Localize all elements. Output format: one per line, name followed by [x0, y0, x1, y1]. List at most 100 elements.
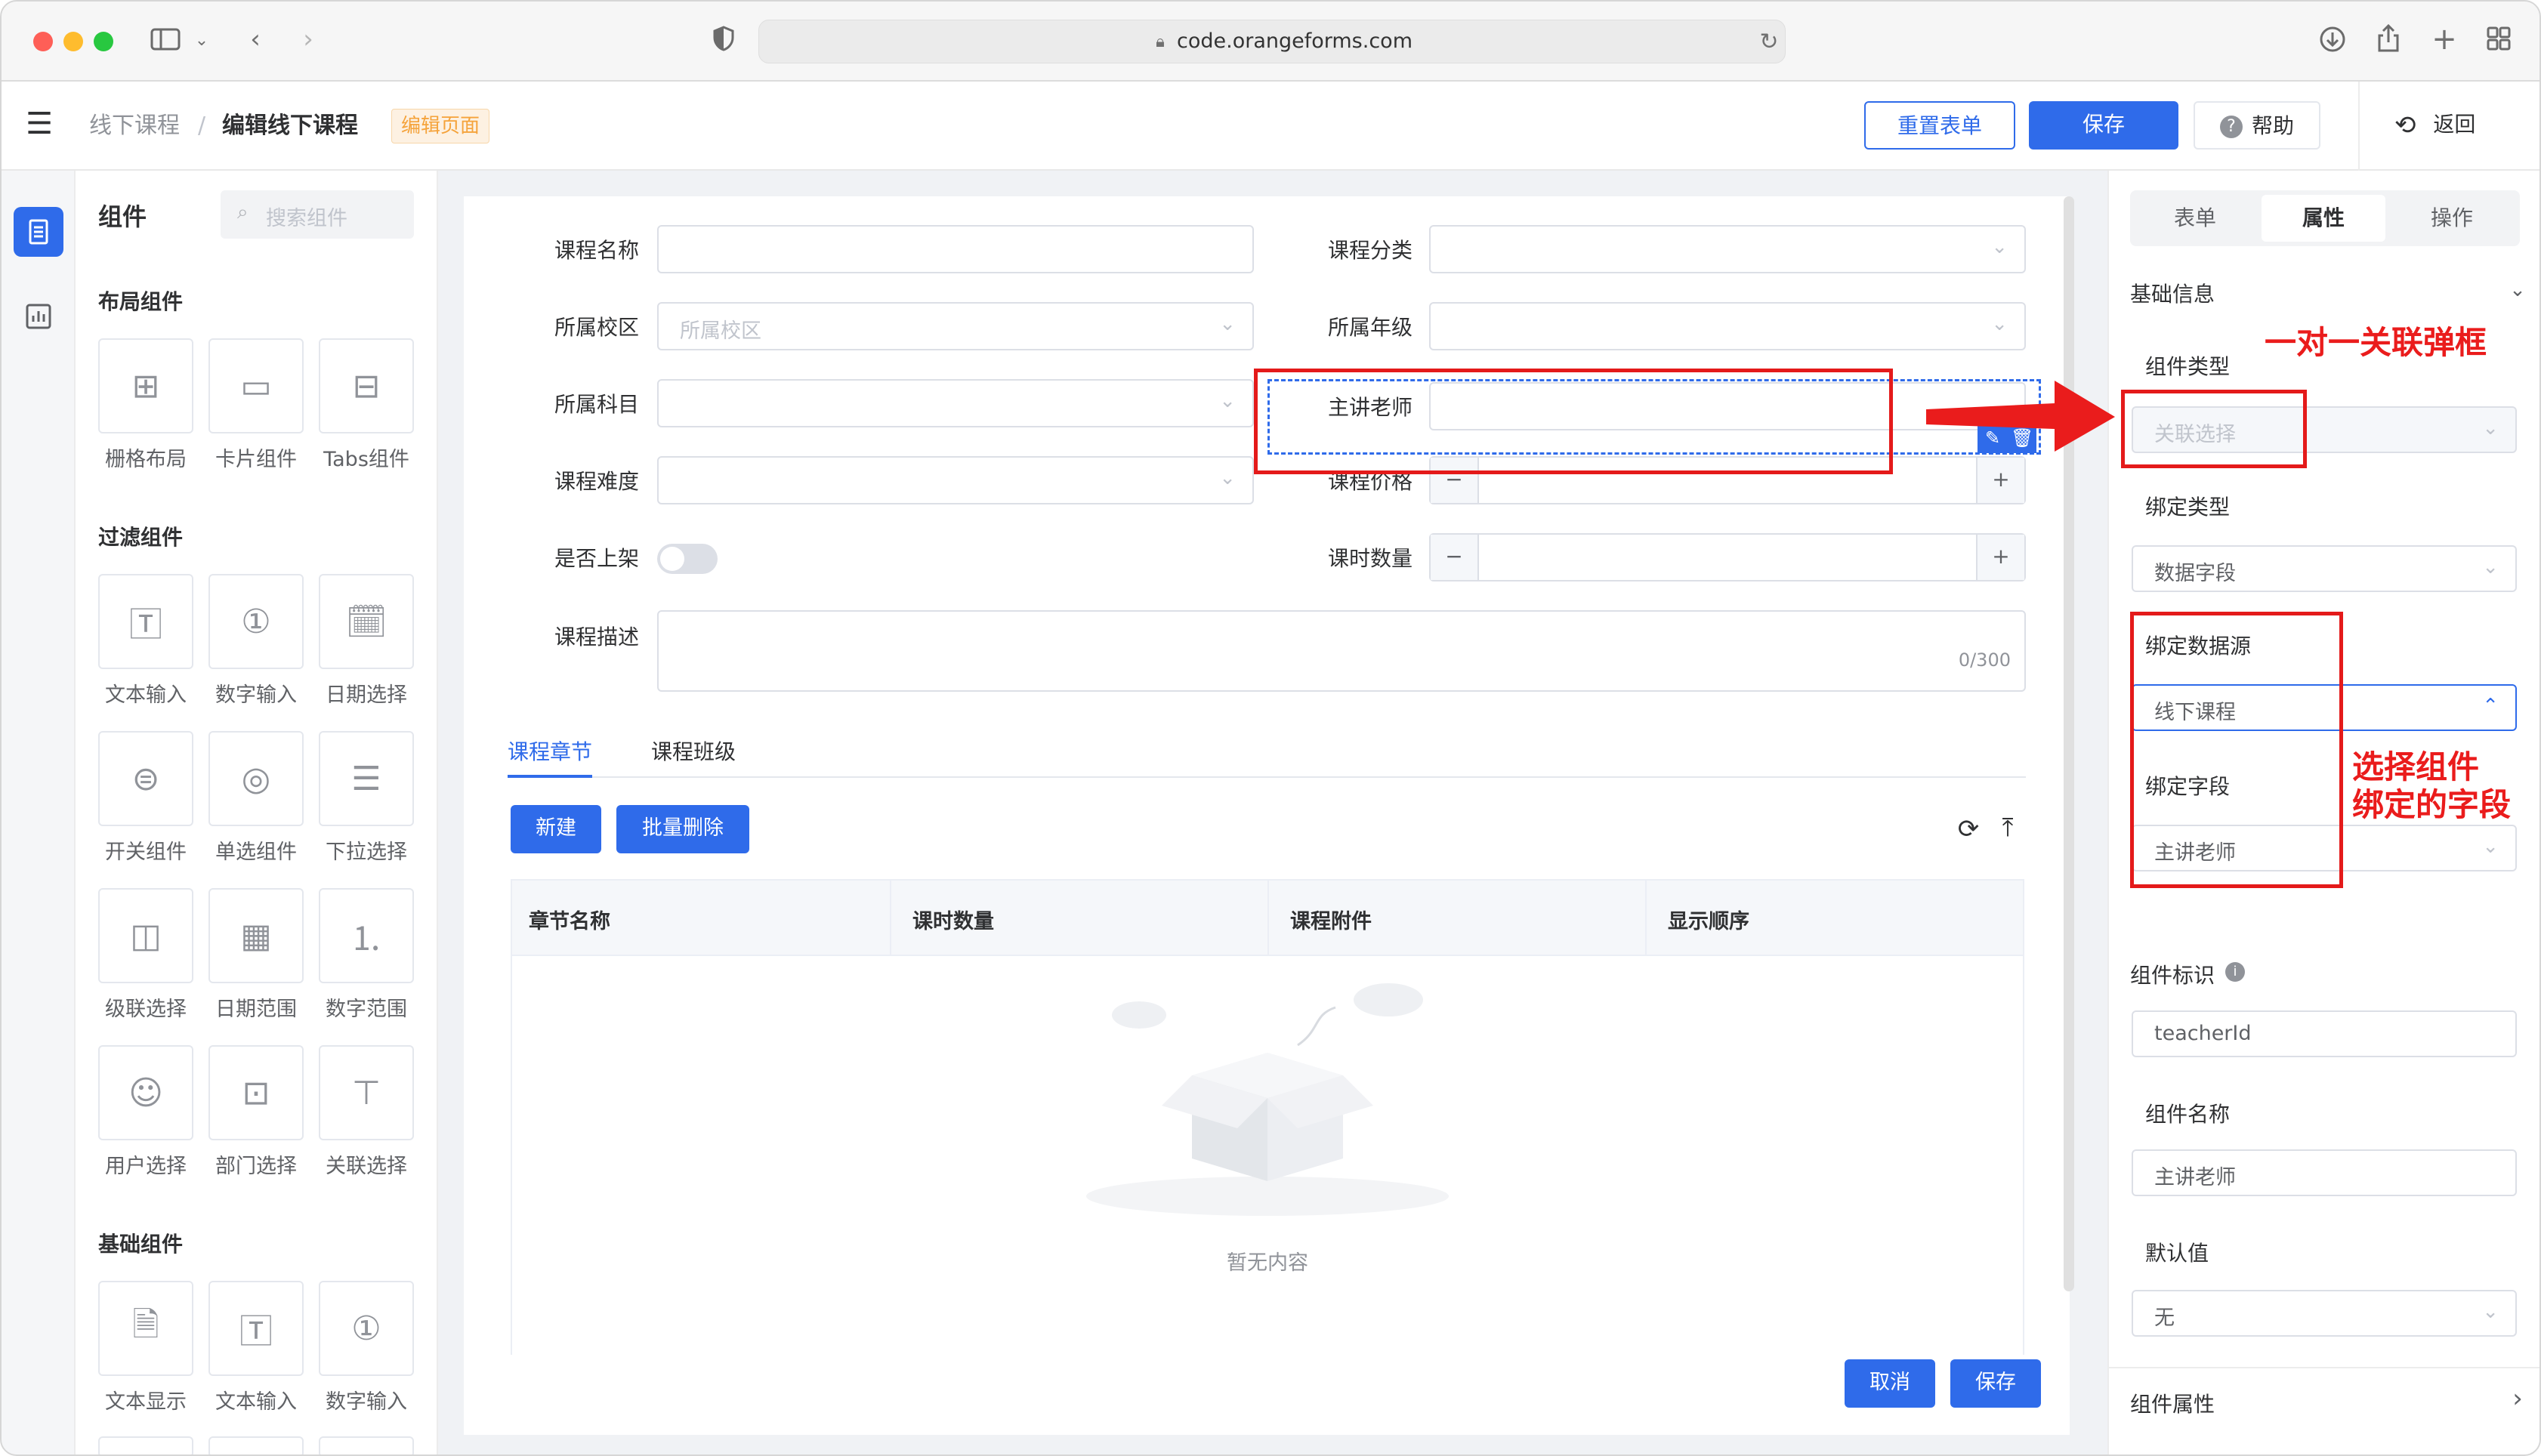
tab-overview-icon[interactable]	[2484, 26, 2514, 58]
component-select[interactable]: ☰	[319, 731, 414, 826]
hours-label: 课时数量	[1327, 546, 1413, 571]
component-number-input[interactable]: ①	[208, 574, 304, 669]
new-tab-icon[interactable]: +	[2429, 24, 2459, 54]
component-number-range[interactable]: ⒈	[319, 888, 414, 983]
tile-label: 日期范围	[215, 998, 297, 1021]
upload-icon[interactable]: ⤒	[1993, 813, 2023, 843]
minimize-window-button[interactable]	[63, 32, 83, 51]
footer-save-button[interactable]: 保存	[1950, 1359, 2041, 1408]
course-category-select[interactable]: ⌄	[1429, 225, 2026, 273]
hours-input[interactable]: − +	[1429, 533, 2026, 581]
column-divider	[1267, 881, 1269, 956]
component-tile-partial[interactable]	[319, 1436, 414, 1454]
text-doc-icon: 🗎	[132, 1305, 159, 1344]
back-nav-icon[interactable]: ‹	[240, 24, 270, 54]
component-relation-select[interactable]: ⊤	[319, 1045, 414, 1140]
save-button[interactable]: 保存	[2029, 101, 2178, 150]
chevron-down-icon: ⌄	[1219, 467, 1236, 489]
breadcrumb-root[interactable]: 线下课程	[89, 111, 180, 141]
browser-window: ⌄ ‹ › 🔒︎ code.orangeforms.com ↻ + ☰ 线下课程…	[0, 0, 2541, 1456]
component-tile-partial[interactable]	[98, 1436, 193, 1454]
reload-icon[interactable]: ↻	[1755, 27, 1783, 57]
annotation-note-relation: 一对一关联弹框	[2265, 324, 2487, 361]
annotation-note-field-line1: 选择组件	[2352, 748, 2480, 785]
component-tile-partial[interactable]	[208, 1436, 304, 1454]
component-dept-select[interactable]: ⊡	[208, 1045, 304, 1140]
tab-actions[interactable]: 操作	[2390, 195, 2514, 242]
sidebar-toggle-icon[interactable]	[147, 27, 184, 58]
hours-decrease-button[interactable]: −	[1431, 535, 1479, 580]
canvas-scrollbar[interactable]	[2064, 196, 2074, 1291]
tab-properties[interactable]: 属性	[2262, 195, 2385, 242]
back-button[interactable]: ⟲ 返回	[2394, 101, 2500, 150]
tile-label: 卡片组件	[215, 448, 297, 471]
basic-info-section[interactable]: 基础信息	[2130, 278, 2215, 308]
component-cascader[interactable]: ◫	[98, 888, 193, 983]
tab-classes[interactable]: 课程班级	[651, 736, 736, 766]
download-icon[interactable]	[2317, 26, 2348, 60]
lock-icon: 🔒︎	[1156, 32, 1165, 51]
component-grid-layout[interactable]: ⊞	[98, 338, 193, 433]
component-text-display[interactable]: 🗎	[98, 1281, 193, 1376]
components-title: 组件	[98, 202, 147, 231]
component-search-input[interactable]: ⌕ 搜索组件	[221, 190, 414, 239]
privacy-shield-icon[interactable]	[709, 26, 739, 58]
component-date-picker[interactable]: 🗓︎	[319, 574, 414, 669]
price-increase-button[interactable]: +	[1976, 458, 2024, 503]
component-radio[interactable]: ◎	[208, 731, 304, 826]
number-icon: ①	[351, 1309, 381, 1348]
chevron-down-icon: ⌄	[1991, 236, 2008, 258]
component-basic-text-input[interactable]: 🅃︎	[208, 1281, 304, 1376]
chevron-right-icon[interactable]: ›	[2506, 1384, 2529, 1414]
course-name-input[interactable]	[657, 225, 1254, 273]
chevron-down-icon: ⌄	[1219, 313, 1236, 335]
batch-delete-button[interactable]: 批量删除	[616, 805, 749, 853]
new-chapter-button[interactable]: 新建	[511, 805, 601, 853]
component-date-range[interactable]: ▦	[208, 888, 304, 983]
component-text-input[interactable]: 🅃︎	[98, 574, 193, 669]
component-card[interactable]: ▭	[208, 338, 304, 433]
component-type-label: 组件类型	[2145, 354, 2231, 379]
subject-select[interactable]: ⌄	[657, 379, 1254, 427]
tab-chapters[interactable]: 课程章节	[508, 736, 592, 766]
annotation-arrow	[1926, 381, 2115, 452]
chevron-down-icon: ⌄	[2482, 835, 2499, 858]
close-window-button[interactable]	[33, 32, 53, 51]
grade-select[interactable]: ⌄	[1429, 302, 2026, 350]
dropdown-icon: ☰	[351, 759, 381, 798]
description-textarea[interactable]: 0/300	[657, 610, 2026, 692]
bind-type-select[interactable]: 数据字段 ⌄	[2132, 545, 2517, 592]
tab-form[interactable]: 表单	[2133, 195, 2257, 242]
text-icon: 🅃︎	[129, 606, 162, 644]
component-attributes-section[interactable]: 组件属性	[2130, 1388, 2215, 1418]
info-icon[interactable]: i	[2225, 962, 2245, 982]
grid-icon: ⊞	[131, 366, 160, 406]
difficulty-select[interactable]: ⌄	[657, 456, 1254, 504]
menu-icon[interactable]: ☰	[23, 109, 56, 139]
component-basic-number-input[interactable]: ①	[319, 1281, 414, 1376]
zoom-window-button[interactable]	[94, 32, 113, 51]
chevron-down-icon[interactable]: ⌄	[2506, 275, 2529, 305]
help-button[interactable]: ? 帮助	[2194, 101, 2320, 150]
on-shelf-label: 是否上架	[554, 546, 639, 571]
chevron-down-icon: ⌄	[2482, 1300, 2499, 1323]
reset-form-button[interactable]: 重置表单	[1864, 101, 2015, 150]
component-tabs[interactable]: ⊟	[319, 338, 414, 433]
component-user-select[interactable]: ☺	[98, 1045, 193, 1140]
share-icon[interactable]	[2373, 23, 2404, 60]
component-name-input[interactable]: 主讲老师	[2132, 1149, 2517, 1196]
component-id-input[interactable]: teacherId	[2132, 1010, 2517, 1057]
components-panel-toggle[interactable]	[14, 207, 63, 257]
campus-select[interactable]: 所属校区 ⌄	[657, 302, 1254, 350]
help-icon: ?	[2219, 116, 2243, 138]
forward-nav-icon[interactable]: ›	[293, 24, 323, 54]
chevron-down-icon[interactable]: ⌄	[190, 26, 213, 56]
component-switch[interactable]: ⊜	[98, 731, 193, 826]
default-value-select[interactable]: 无 ⌄	[2132, 1290, 2517, 1337]
cancel-button[interactable]: 取消	[1845, 1359, 1935, 1408]
data-panel-toggle[interactable]	[14, 292, 63, 341]
on-shelf-switch[interactable]	[657, 544, 718, 574]
tile-label: 下拉选择	[326, 841, 407, 864]
refresh-icon[interactable]: ⟳	[1953, 814, 1984, 844]
hours-increase-button[interactable]: +	[1976, 535, 2024, 580]
